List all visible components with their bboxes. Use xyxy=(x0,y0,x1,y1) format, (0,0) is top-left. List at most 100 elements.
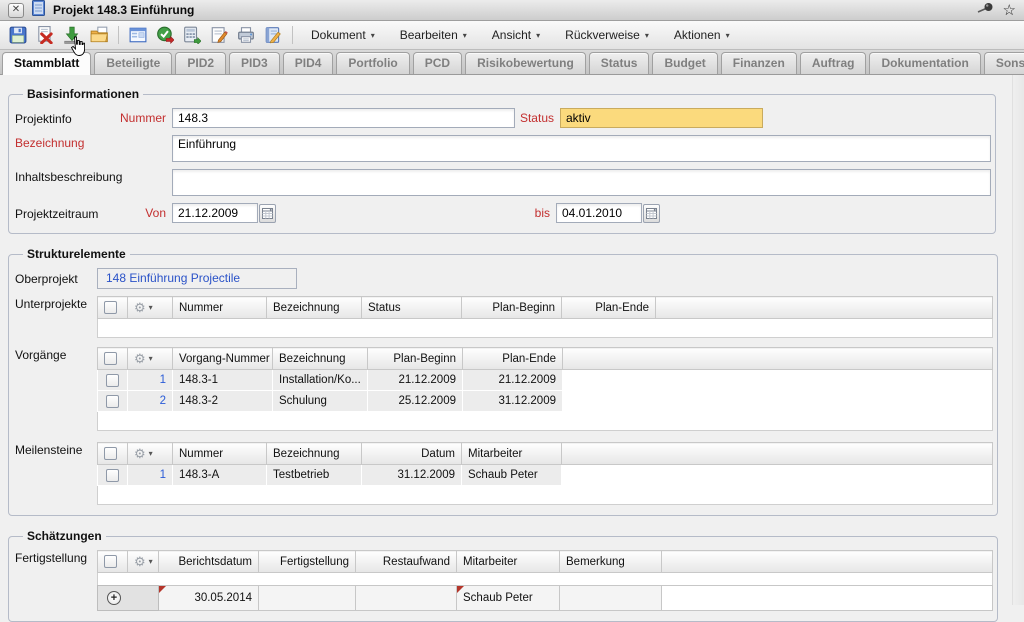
tab-pid3[interactable]: PID3 xyxy=(229,52,280,74)
tab-auftrag[interactable]: Auftrag xyxy=(799,52,867,74)
bemerkung-cell[interactable] xyxy=(559,585,662,611)
column-header[interactable]: Plan-Beginn xyxy=(461,296,562,319)
copy-icon[interactable] xyxy=(89,25,109,45)
gear-icon: ⚙ xyxy=(134,299,146,315)
section-title: Basisinformationen xyxy=(27,87,140,101)
chevron-down-icon: ▾ xyxy=(370,30,375,40)
bis-date-field[interactable] xyxy=(556,203,642,223)
column-header[interactable]: Fertigstellung xyxy=(258,550,356,573)
menu-dokument[interactable]: Dokument ▾ xyxy=(302,28,384,42)
vorgaenge-table: ⚙ ▾ Vorgang-Nummer Bezeichnung Plan-Begin… xyxy=(97,347,993,431)
menu-bearbeiten[interactable]: Bearbeiten ▾ xyxy=(391,28,476,42)
select-all-checkbox[interactable] xyxy=(104,555,117,568)
modified-flag-icon xyxy=(457,586,464,593)
chevron-down-icon: ▾ xyxy=(462,30,467,40)
tab-stammblatt[interactable]: Stammblatt xyxy=(2,52,92,75)
tab-finanzen[interactable]: Finanzen xyxy=(720,52,797,74)
tab-status[interactable]: Status xyxy=(588,52,650,74)
row-checkbox[interactable] xyxy=(106,394,119,408)
column-header[interactable]: Mitarbeiter xyxy=(461,442,562,465)
import-icon[interactable] xyxy=(62,25,82,45)
plan-beginn-cell: 21.12.2009 xyxy=(367,369,463,391)
actions-menu-cell[interactable]: ⚙ ▾ xyxy=(127,442,173,465)
column-header[interactable]: Bezeichnung xyxy=(266,442,362,465)
edit-icon[interactable] xyxy=(209,25,229,45)
notes-icon[interactable] xyxy=(263,25,283,45)
row-checkbox[interactable] xyxy=(106,468,119,482)
column-header[interactable]: Plan-Beginn xyxy=(367,347,463,370)
add-icon[interactable]: + xyxy=(107,591,121,605)
berichtsdatum-cell[interactable]: 30.05.2014 xyxy=(158,585,259,611)
details-icon[interactable] xyxy=(128,25,148,45)
tab-dokumentation[interactable]: Dokumentation xyxy=(869,52,981,74)
meilensteine-table: ⚙ ▾ Nummer Bezeichnung Datum Mitarbeiter … xyxy=(97,442,993,505)
fertigstellung-cell[interactable] xyxy=(258,585,356,611)
select-all-checkbox-cell xyxy=(97,296,128,319)
plan-beginn-cell: 25.12.2009 xyxy=(367,390,463,412)
form-content: Basisinformationen Projektinfo Nummer St… xyxy=(0,75,1024,622)
tab-pid4[interactable]: PID4 xyxy=(282,52,334,74)
restaufwand-cell[interactable] xyxy=(355,585,457,611)
row-number-link[interactable]: 2 xyxy=(160,395,166,407)
column-header[interactable]: Status xyxy=(361,296,462,319)
print-icon[interactable] xyxy=(236,25,256,45)
column-header[interactable]: Vorgang-Nummer xyxy=(172,347,273,370)
column-header[interactable]: Bezeichnung xyxy=(266,296,362,319)
gear-icon: ⚙ xyxy=(134,445,146,461)
column-header[interactable]: Nummer xyxy=(172,442,267,465)
column-header[interactable]: Bemerkung xyxy=(559,550,662,573)
nummer-field[interactable] xyxy=(172,108,515,128)
status-field[interactable] xyxy=(560,108,763,128)
tab-portfolio[interactable]: Portfolio xyxy=(336,52,410,74)
actions-menu-cell[interactable]: ⚙ ▾ xyxy=(127,347,173,370)
tab-pid2[interactable]: PID2 xyxy=(175,52,227,74)
column-header-filler xyxy=(655,296,993,319)
column-header[interactable]: Plan-Ende xyxy=(462,347,563,370)
save-icon[interactable] xyxy=(8,25,28,45)
actions-menu-cell[interactable]: ⚙ ▾ xyxy=(127,550,159,573)
von-label: Von xyxy=(145,206,166,220)
calculate-icon[interactable] xyxy=(182,25,202,45)
column-header[interactable]: Bezeichnung xyxy=(272,347,368,370)
actions-menu-cell[interactable]: ⚙ ▾ xyxy=(127,296,173,319)
title-bar: ✕ Projekt 148.3 Einführung ☆ xyxy=(0,0,1024,21)
pin-icon[interactable] xyxy=(977,1,994,19)
bezeichnung-field[interactable]: Einführung xyxy=(172,135,991,162)
oberprojekt-link[interactable]: 148 Einführung Projectile xyxy=(97,268,297,289)
column-header[interactable]: Nummer xyxy=(172,296,267,319)
tab-risikobewertung[interactable]: Risikobewertung xyxy=(465,52,586,74)
menu-aktionen[interactable]: Aktionen ▾ xyxy=(665,28,739,42)
row-number-cell: 1 xyxy=(127,369,173,391)
calendar-icon[interactable] xyxy=(259,203,276,223)
table-row: 1 148.3-1 Installation/Ko... 21.12.2009 … xyxy=(97,369,993,391)
select-all-checkbox[interactable] xyxy=(104,447,117,460)
column-header[interactable]: Plan-Ende xyxy=(561,296,656,319)
select-all-checkbox[interactable] xyxy=(104,301,117,314)
row-checkbox[interactable] xyxy=(106,373,119,387)
column-header[interactable]: Berichtsdatum xyxy=(158,550,259,573)
column-header[interactable]: Restaufwand xyxy=(355,550,457,573)
column-header[interactable]: Mitarbeiter xyxy=(456,550,560,573)
von-date-field[interactable] xyxy=(172,203,258,223)
column-header[interactable]: Datum xyxy=(361,442,462,465)
tab-budget[interactable]: Budget xyxy=(652,52,718,74)
tab-beteiligte[interactable]: Beteiligte xyxy=(94,52,173,74)
close-icon: ✕ xyxy=(11,3,21,15)
favorite-icon[interactable]: ☆ xyxy=(1003,3,1016,18)
approve-icon[interactable] xyxy=(155,25,175,45)
mitarbeiter-cell[interactable]: Schaub Peter xyxy=(456,585,560,611)
select-all-checkbox[interactable] xyxy=(104,352,117,365)
table-row: 2 148.3-2 Schulung 25.12.2009 31.12.2009 xyxy=(97,390,993,412)
row-number-link[interactable]: 1 xyxy=(160,374,166,386)
menu-rueckverweise[interactable]: Rückverweise ▾ xyxy=(556,28,658,42)
inhaltsbeschreibung-field[interactable] xyxy=(172,169,991,196)
toolbar-separator xyxy=(118,26,119,44)
delete-icon[interactable] xyxy=(35,25,55,45)
row-number-link[interactable]: 1 xyxy=(160,469,166,481)
tab-sonstiges[interactable]: Sonstiges xyxy=(983,52,1024,74)
menu-ansicht[interactable]: Ansicht ▾ xyxy=(483,28,549,42)
calendar-icon[interactable] xyxy=(643,203,660,223)
close-window-button[interactable]: ✕ xyxy=(8,2,24,18)
tab-pcd[interactable]: PCD xyxy=(412,52,463,74)
projektzeitraum-label: Projektzeitraum xyxy=(15,206,99,221)
